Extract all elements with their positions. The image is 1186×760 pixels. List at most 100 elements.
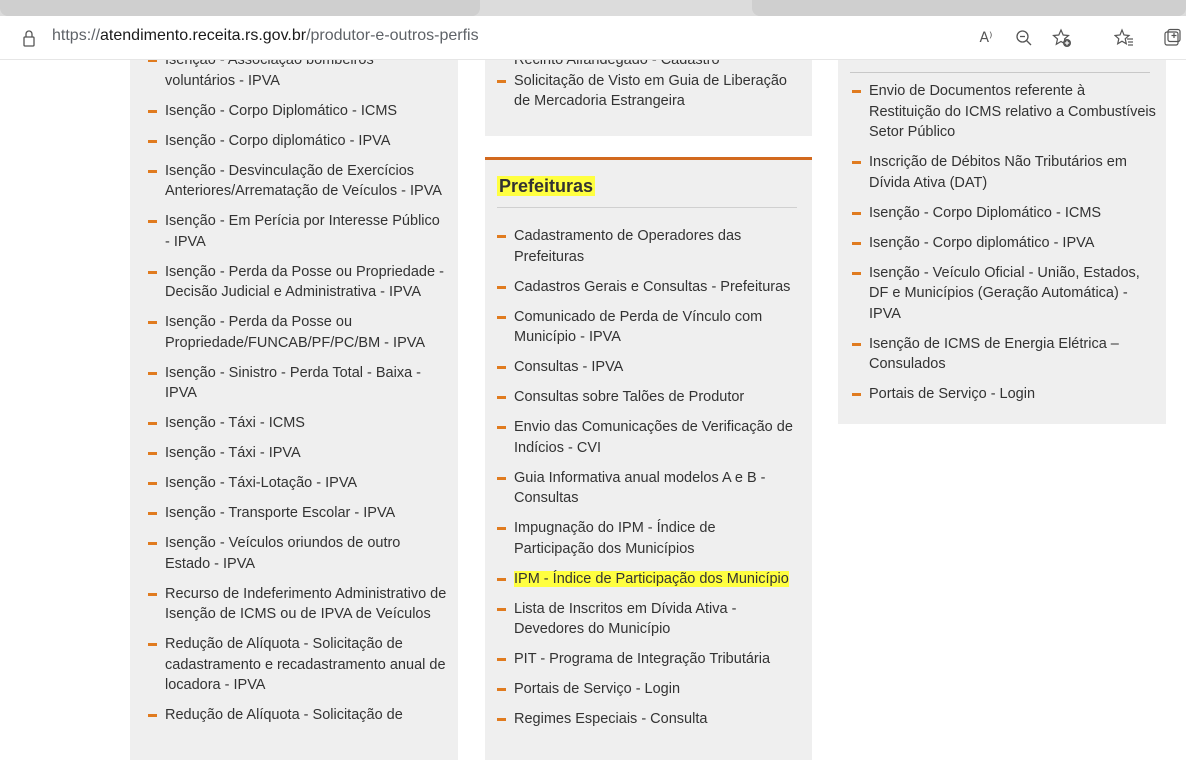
list-item[interactable]: Isenção - Perda da Posse ou Propriedade/… bbox=[148, 312, 448, 353]
service-link[interactable]: Isenção - Associação bombeiros bbox=[165, 60, 448, 71]
service-link[interactable]: voluntários - IPVA bbox=[165, 71, 448, 92]
list-item[interactable]: Isenção de ICMS de Energia Elétrica – Co… bbox=[852, 334, 1157, 375]
service-link[interactable]: Regimes Especiais - Consulta bbox=[514, 709, 797, 730]
list-item[interactable]: Consultas - IPVA bbox=[497, 357, 797, 378]
tab-strip bbox=[0, 0, 1186, 16]
service-link[interactable]: Isenção - Táxi-Lotação - IPVA bbox=[165, 473, 448, 494]
service-link-ipm[interactable]: IPM - Índice de Participação dos Municíp… bbox=[514, 569, 797, 590]
favorites-icon[interactable] bbox=[1112, 26, 1136, 50]
list-item[interactable]: Redução de Alíquota - Solicitação de cad… bbox=[148, 634, 448, 696]
browser-tab[interactable] bbox=[0, 0, 480, 16]
list-item[interactable]: Isenção - Corpo Diplomático - ICMS bbox=[852, 203, 1157, 224]
dash-bullet bbox=[852, 211, 861, 215]
service-link[interactable]: Lista de Inscritos em Dívida Ativa - Dev… bbox=[514, 599, 797, 640]
service-link[interactable]: Recinto Alfandegado - Cadastro bbox=[514, 60, 802, 71]
service-link[interactable]: Portais de Serviço - Login bbox=[869, 384, 1157, 405]
list-item[interactable]: PIT - Programa de Integração Tributária bbox=[497, 649, 797, 670]
service-link[interactable]: Portais de Serviço - Login bbox=[514, 679, 797, 700]
service-link[interactable]: Isenção - Em Perícia por Interesse Públi… bbox=[165, 211, 448, 252]
list-item[interactable]: Isenção - Em Perícia por Interesse Públi… bbox=[148, 211, 448, 252]
browser-tab[interactable] bbox=[752, 0, 1186, 16]
list-item[interactable]: Isenção - Táxi-Lotação - IPVA bbox=[148, 473, 448, 494]
dash-bullet bbox=[148, 452, 157, 455]
service-link[interactable]: Isenção - Perda da Posse ou Propriedade/… bbox=[165, 312, 448, 353]
list-item[interactable]: Cadastramento de Operadores das Prefeitu… bbox=[497, 226, 797, 267]
dash-bullet bbox=[497, 527, 506, 530]
list-item[interactable]: Regimes Especiais - Consulta bbox=[497, 709, 797, 730]
service-link[interactable]: Isenção - Táxi - ICMS bbox=[165, 413, 448, 434]
list-item-highlighted[interactable]: IPM - Índice de Participação dos Municíp… bbox=[497, 569, 797, 590]
service-link[interactable]: Isenção - Táxi - IPVA bbox=[165, 443, 448, 464]
service-link[interactable]: Guia Informativa anual modelos A e B - C… bbox=[514, 468, 797, 509]
read-aloud-icon[interactable]: A⁾ bbox=[974, 26, 998, 50]
service-link[interactable]: Isenção - Desvinculação de Exercícios An… bbox=[165, 161, 448, 202]
list-item[interactable]: Comunicado de Perda de Vínculo com Munic… bbox=[497, 307, 797, 348]
list-item[interactable]: Recurso de Indeferimento Administrativo … bbox=[148, 584, 448, 625]
list-item[interactable]: Isenção - Corpo diplomático - IPVA bbox=[148, 131, 448, 152]
service-link[interactable]: Comunicado de Perda de Vínculo com Munic… bbox=[514, 307, 797, 348]
service-link[interactable]: Isenção - Transporte Escolar - IPVA bbox=[165, 503, 448, 524]
service-link[interactable]: Envio de Documentos referente à Restitui… bbox=[869, 81, 1157, 143]
list-item[interactable]: Portais de Serviço - Login bbox=[852, 384, 1157, 405]
address-bar[interactable]: https://atendimento.receita.rs.gov.br/pr… bbox=[0, 16, 1186, 60]
service-link[interactable]: Isenção - Veículo Oficial - União, Estad… bbox=[869, 263, 1157, 325]
list-item[interactable]: Isenção - Perda da Posse ou Propriedade … bbox=[148, 262, 448, 303]
service-link[interactable]: Redução de Alíquota - Solicitação de cad… bbox=[165, 634, 448, 696]
service-link[interactable]: Isenção - Corpo diplomático - IPVA bbox=[869, 233, 1157, 254]
service-link[interactable]: Isenção - Sinistro - Perda Total - Baixa… bbox=[165, 363, 448, 404]
list-item[interactable]: voluntários - IPVA bbox=[148, 71, 448, 92]
list-item[interactable]: Isenção - Transporte Escolar - IPVA bbox=[148, 503, 448, 524]
list-item[interactable]: Isenção - Veículos oriundos de outro Est… bbox=[148, 533, 448, 574]
list-item[interactable]: Isenção - Desvinculação de Exercícios An… bbox=[148, 161, 448, 202]
list-item[interactable]: Inscrição de Débitos Não Tributários em … bbox=[852, 152, 1157, 193]
list-item[interactable]: Isenção - Táxi - ICMS bbox=[148, 413, 448, 434]
service-link[interactable]: Isenção - Corpo Diplomático - ICMS bbox=[869, 203, 1157, 224]
list-item[interactable]: Redução de Alíquota - Solicitação de bbox=[148, 705, 448, 726]
service-link[interactable]: Cadastros Gerais e Consultas - Prefeitur… bbox=[514, 277, 797, 298]
dash-bullet bbox=[852, 241, 861, 245]
service-link[interactable]: Isenção - Perda da Posse ou Propriedade … bbox=[165, 262, 448, 303]
dash-bullet bbox=[852, 342, 861, 346]
list-item[interactable]: Isenção - Sinistro - Perda Total - Baixa… bbox=[148, 363, 448, 404]
service-link[interactable]: Isenção - Veículos oriundos de outro Est… bbox=[165, 533, 448, 574]
dash-bullet bbox=[148, 512, 157, 515]
list-item[interactable]: Impugnação do IPM - Índice de Participaç… bbox=[497, 518, 797, 559]
service-link[interactable]: Envio das Comunicações de Verificação de… bbox=[514, 417, 797, 458]
dash-bullet bbox=[148, 220, 157, 223]
list-item[interactable]: Isenção - Veículo Oficial - União, Estad… bbox=[852, 263, 1157, 325]
lock-icon[interactable] bbox=[22, 28, 36, 48]
service-link[interactable]: Isenção - Corpo Diplomático - ICMS bbox=[165, 101, 448, 122]
add-favorite-icon[interactable] bbox=[1050, 26, 1074, 50]
list-item[interactable]: Recinto Alfandegado - Cadastro bbox=[497, 60, 802, 71]
list-item[interactable]: Isenção - Táxi - IPVA bbox=[148, 443, 448, 464]
service-list: Recinto Alfandegado - Cadastro Solicitaç… bbox=[497, 60, 802, 121]
service-link[interactable]: Impugnação do IPM - Índice de Participaç… bbox=[514, 518, 797, 559]
list-item[interactable]: Envio de Documentos referente à Restitui… bbox=[852, 81, 1157, 143]
list-item[interactable]: Isenção - Corpo Diplomático - ICMS bbox=[148, 101, 448, 122]
service-link[interactable]: Isenção - Corpo diplomático - IPVA bbox=[165, 131, 448, 152]
service-link[interactable]: Redução de Alíquota - Solicitação de bbox=[165, 705, 448, 726]
collections-icon[interactable] bbox=[1160, 26, 1184, 50]
list-item[interactable]: Portais de Serviço - Login bbox=[497, 679, 797, 700]
list-item[interactable]: Lista de Inscritos em Dívida Ativa - Dev… bbox=[497, 599, 797, 640]
zoom-out-icon[interactable] bbox=[1012, 26, 1036, 50]
list-item[interactable]: Consultas sobre Talões de Produtor bbox=[497, 387, 797, 408]
service-link[interactable]: Isenção de ICMS de Energia Elétrica – Co… bbox=[869, 334, 1157, 375]
service-link[interactable]: Solicitação de Visto em Guia de Liberaçã… bbox=[514, 71, 802, 112]
list-item[interactable]: Envio das Comunicações de Verificação de… bbox=[497, 417, 797, 458]
service-link[interactable]: Recurso de Indeferimento Administrativo … bbox=[165, 584, 448, 625]
service-link[interactable]: Inscrição de Débitos Não Tributários em … bbox=[869, 152, 1157, 193]
service-link[interactable]: Cadastramento de Operadores das Prefeitu… bbox=[514, 226, 797, 267]
url-text[interactable]: https://atendimento.receita.rs.gov.br/pr… bbox=[52, 27, 479, 45]
list-item[interactable]: Isenção - Associação bombeiros bbox=[148, 60, 448, 71]
service-link[interactable]: Consultas - IPVA bbox=[514, 357, 797, 378]
service-link[interactable]: PIT - Programa de Integração Tributária bbox=[514, 649, 797, 670]
dash-bullet bbox=[852, 90, 861, 93]
list-item[interactable]: Guia Informativa anual modelos A e B - C… bbox=[497, 468, 797, 509]
list-item[interactable]: Solicitação de Visto em Guia de Liberaçã… bbox=[497, 71, 802, 112]
list-item[interactable]: Cadastros Gerais e Consultas - Prefeitur… bbox=[497, 277, 797, 298]
dash-bullet bbox=[497, 688, 506, 691]
dash-bullet bbox=[148, 482, 157, 485]
list-item[interactable]: Isenção - Corpo diplomático - IPVA bbox=[852, 233, 1157, 254]
service-link[interactable]: Consultas sobre Talões de Produtor bbox=[514, 387, 797, 408]
